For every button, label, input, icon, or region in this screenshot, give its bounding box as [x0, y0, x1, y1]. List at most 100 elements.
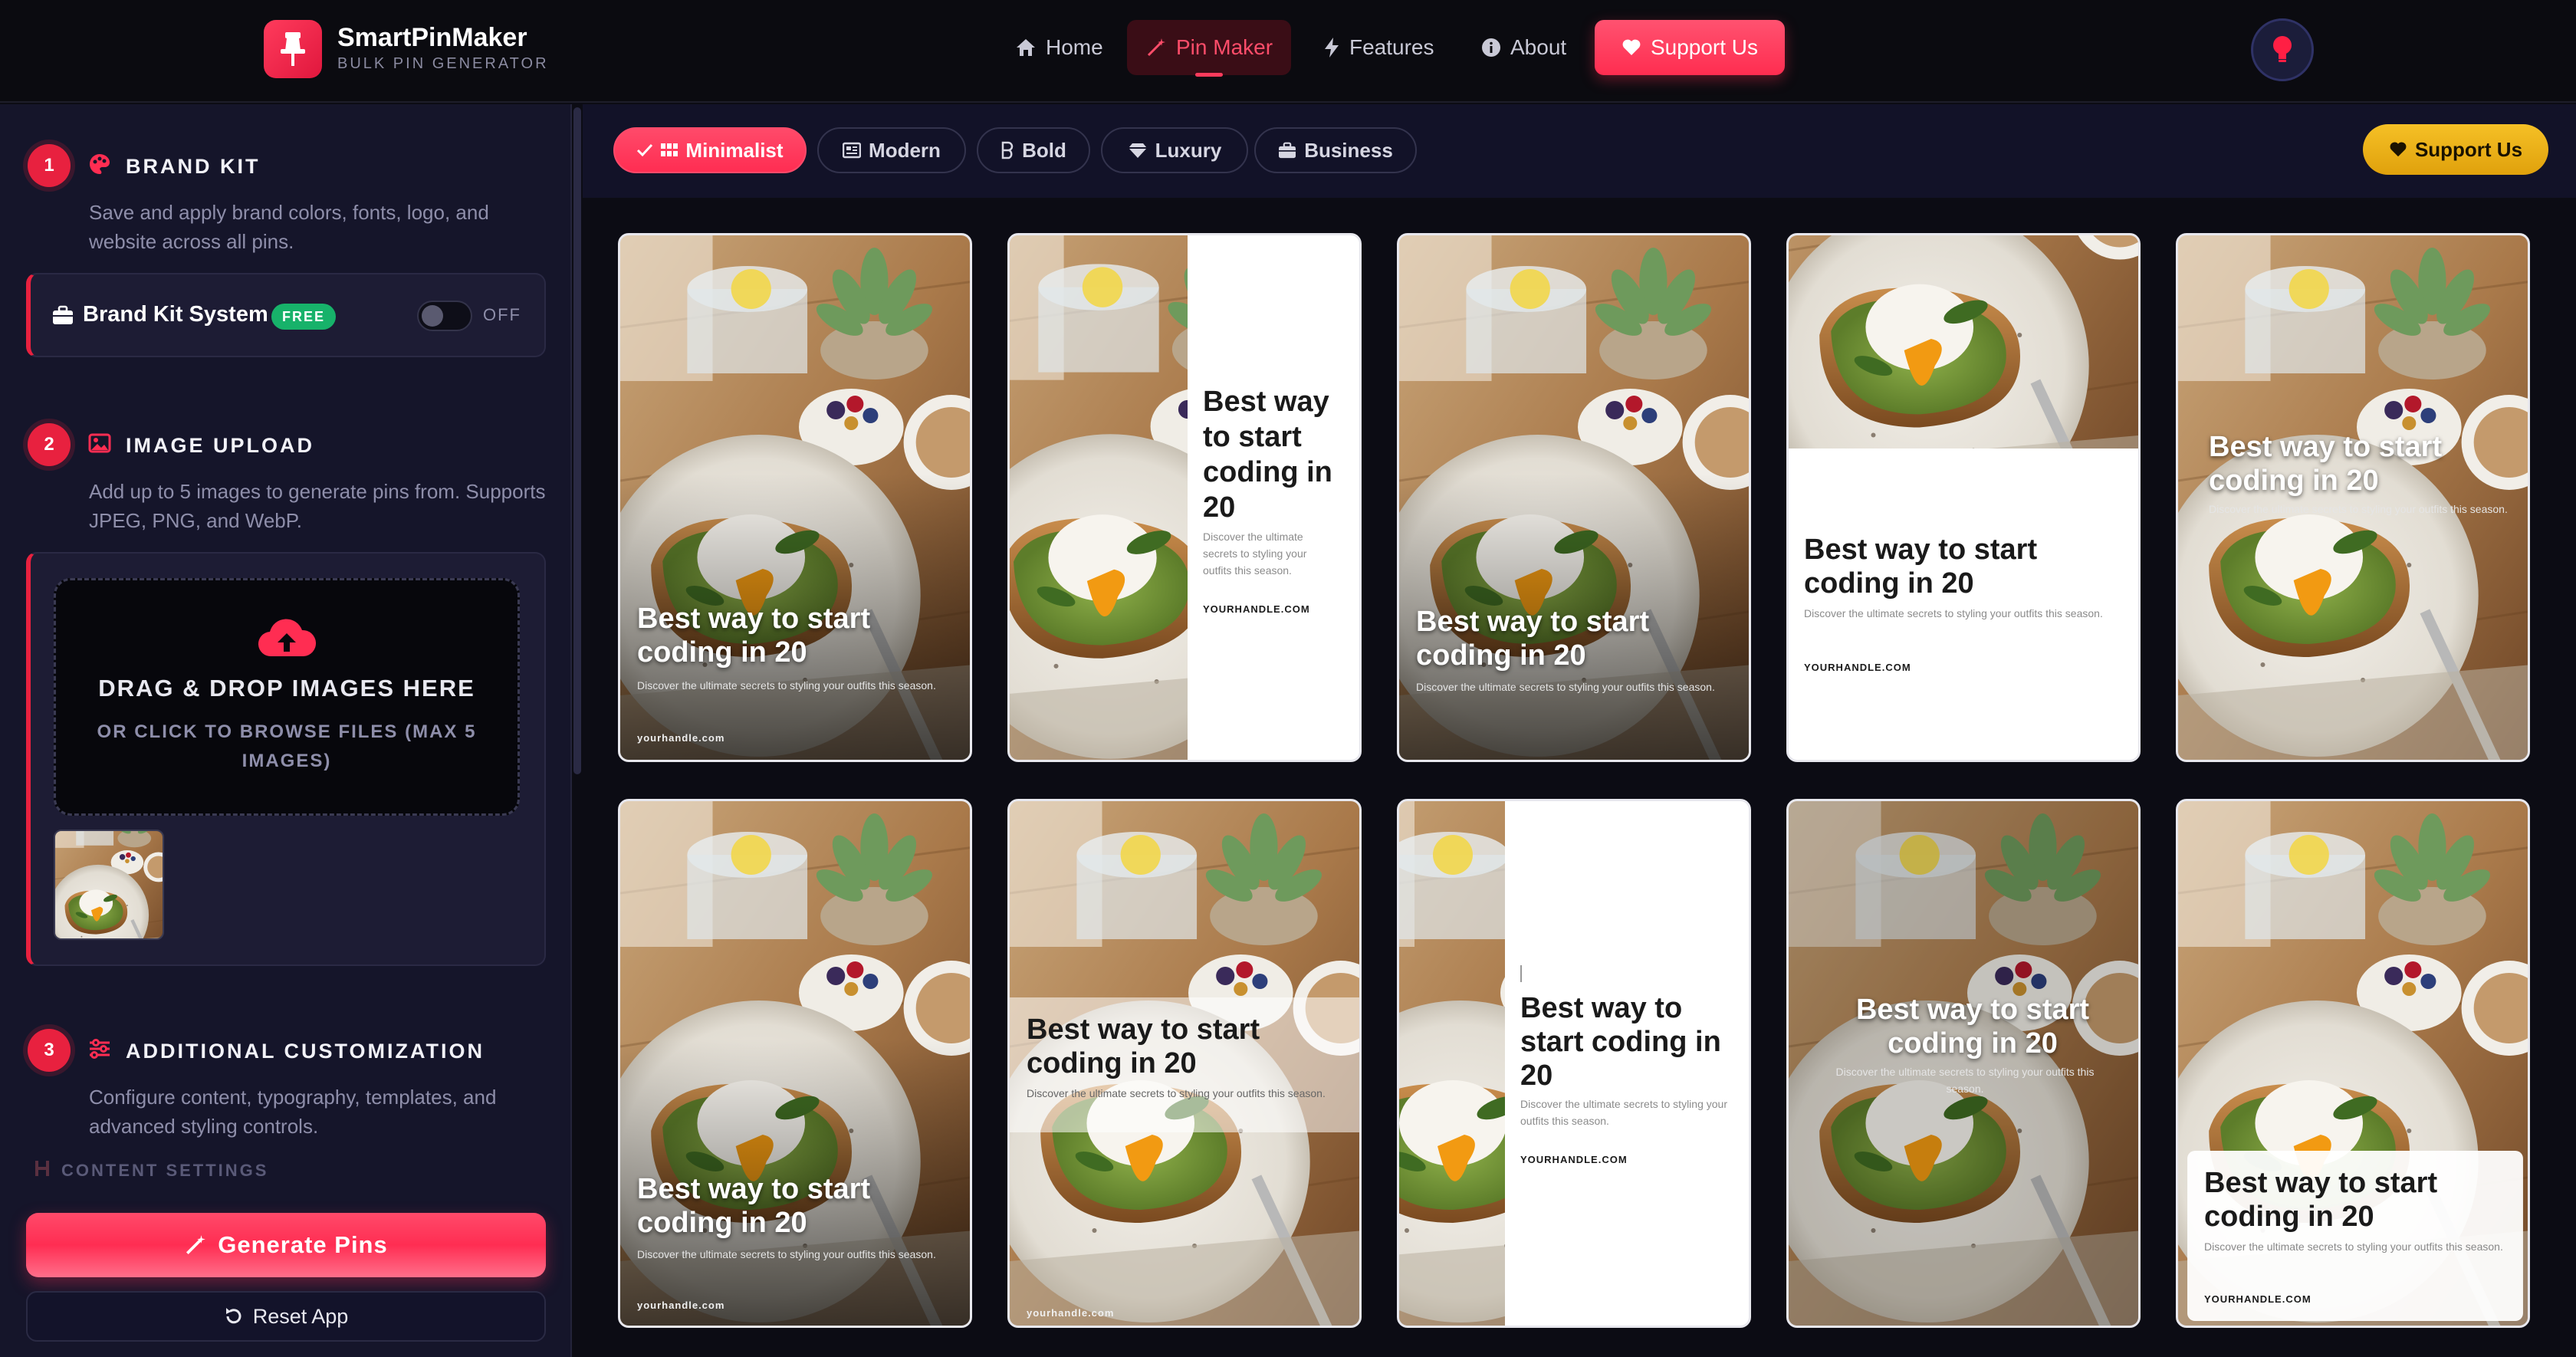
pin-handle: yourhandle.com	[637, 1300, 725, 1311]
pin-title: Best way to start coding in 20	[2209, 431, 2443, 497]
pin-preview-8[interactable]: Best way to start coding in 20 Discover …	[1397, 799, 1751, 1328]
sidebar-scrollbar[interactable]	[573, 107, 581, 774]
customization-description: Configure content, typography, templates…	[89, 1086, 497, 1138]
tab-business-label: Business	[1304, 138, 1393, 162]
reset-app-button[interactable]: Reset App	[26, 1291, 546, 1342]
pin-handle: YOURHANDLE.COM	[1203, 603, 1310, 615]
pin-title: Best way to start coding in 20	[1027, 1014, 1260, 1079]
nav-pin-maker-label: Pin Maker	[1176, 35, 1273, 59]
tab-modern[interactable]: Modern	[817, 127, 966, 173]
logo-pin-icon[interactable]	[264, 20, 322, 78]
pin-preview-9[interactable]: Best way to start coding in 20 Discover …	[1786, 799, 2141, 1328]
heart-icon	[1622, 39, 1641, 55]
toggle-knob	[422, 305, 443, 327]
palette-icon	[90, 154, 110, 174]
nav-home[interactable]: Home	[997, 20, 1122, 75]
customization-title: ADDITIONAL CUSTOMIZATION	[126, 1040, 485, 1063]
home-icon	[1017, 39, 1035, 56]
pin-description: Discover the ultimate secrets to styling…	[637, 1248, 936, 1260]
bold-icon	[1001, 141, 1014, 159]
app-name[interactable]: SmartPinMaker	[337, 23, 527, 53]
support-us-pill[interactable]: Support Us	[2363, 124, 2548, 175]
tab-business[interactable]: Business	[1254, 127, 1417, 173]
pin-preview-1[interactable]: Best way to start coding in 20 Discover …	[618, 233, 972, 762]
step-1-badge: 1	[28, 144, 71, 187]
check-icon	[637, 143, 653, 157]
header-support-label: Support Us	[1650, 35, 1759, 59]
image-upload-title: IMAGE UPLOAD	[126, 434, 315, 457]
bolt-icon	[1325, 38, 1339, 58]
nav-features-label: Features	[1349, 35, 1434, 59]
step-2-badge: 2	[28, 423, 71, 466]
pin-preview-6[interactable]: Best way to start coding in 20 Discover …	[618, 799, 972, 1328]
pin-preview-2[interactable]: Best way to start coding in 20 Discover …	[1007, 233, 1362, 762]
pin-description: Discover the ultimate secrets to styling…	[1804, 607, 2103, 619]
pin-preview-7[interactable]: Best way to start coding in 20 Discover …	[1007, 799, 1362, 1328]
pin-handle: YOURHANDLE.COM	[1804, 662, 1911, 673]
pin-description: Discover the ultimate secrets to styling…	[637, 679, 936, 692]
pin-handle: yourhandle.com	[637, 732, 725, 744]
nav-features[interactable]: Features	[1305, 20, 1453, 75]
pin-description: Discover the ultimate secrets to styling…	[2204, 1240, 2503, 1253]
tab-minimalist-label: Minimalist	[685, 138, 784, 162]
tab-bold-label: Bold	[1022, 138, 1066, 162]
pin-description: Discover the ultimate secrets to styling…	[1027, 1087, 1326, 1099]
free-badge: FREE	[271, 304, 336, 330]
tab-bold[interactable]: Bold	[977, 127, 1090, 173]
generate-pins-label: Generate Pins	[218, 1231, 388, 1258]
lightbulb-icon	[2273, 36, 2292, 62]
brand-kit-toggle[interactable]	[417, 301, 472, 331]
briefcase-icon	[1279, 142, 1296, 159]
pin-description: Discover the ultimate secrets to styling…	[1416, 681, 1715, 693]
uploaded-image-thumbnail[interactable]	[54, 830, 164, 940]
brand-kit-description: Save and apply brand colors, fonts, logo…	[89, 201, 489, 253]
grid-icon	[661, 143, 678, 156]
header-support-button[interactable]: Support Us	[1595, 20, 1785, 75]
support-pill-label: Support Us	[2414, 137, 2523, 161]
pin-preview-10[interactable]: Best way to start coding in 20 Discover …	[2176, 799, 2530, 1328]
magic-wand-icon	[1147, 38, 1165, 57]
briefcase-icon	[53, 305, 73, 324]
text-caret	[1520, 965, 1522, 982]
cloud-upload-icon	[258, 619, 316, 657]
pin-title: Best way to start coding in 20	[1804, 534, 2038, 600]
pin-description: Discover the ultimate secrets to styling…	[1520, 1098, 1727, 1127]
pin-preview-4[interactable]: Best way to start coding in 20 Discover …	[1786, 233, 2141, 762]
pin-preview-5[interactable]: Best way to start coding in 20 Discover …	[2176, 233, 2530, 762]
nav-home-label: Home	[1046, 35, 1103, 59]
nav-pin-maker[interactable]: Pin Maker	[1127, 20, 1292, 77]
image-icon	[88, 433, 111, 453]
gem-icon	[1128, 143, 1147, 158]
pin-handle: YOURHANDLE.COM	[2204, 1293, 2312, 1305]
pin-description: Discover the ultimate secrets to styling…	[1835, 1066, 2095, 1095]
pin-title: Best way to start coding in 20	[2204, 1167, 2438, 1233]
tab-luxury[interactable]: Luxury	[1101, 127, 1248, 173]
dropzone-subtitle: OR CLICK TO BROWSE FILES (MAX 5 IMAGES)	[97, 721, 477, 771]
tab-luxury-label: Luxury	[1155, 138, 1222, 162]
nav-about[interactable]: About	[1463, 20, 1585, 75]
pin-handle: YOURHANDLE.COM	[1520, 1154, 1628, 1165]
brand-kit-system-label: Brand Kit System	[83, 302, 268, 327]
info-icon	[1482, 38, 1500, 57]
pin-title: Best way to start coding in 20	[637, 603, 871, 669]
pin-description: Discover the ultimate secrets to styling…	[1203, 531, 1307, 577]
heart-icon	[2390, 142, 2407, 157]
pin-title: Best way to start coding in 20	[1203, 386, 1332, 524]
pin-title: Best way to start coding in 20	[1416, 606, 1650, 672]
image-upload-description: Add up to 5 images to generate pins from…	[89, 480, 546, 532]
content-settings-heading[interactable]: CONTENT SETTINGS	[61, 1161, 268, 1181]
generate-pins-button[interactable]: Generate Pins	[26, 1213, 546, 1277]
reset-icon	[225, 1308, 242, 1324]
step-3-badge: 3	[28, 1029, 71, 1072]
heading-icon	[35, 1161, 49, 1176]
pin-title: Best way to start coding in 20	[637, 1173, 871, 1239]
pin-description: Discover the ultimate secrets to styling…	[2209, 503, 2508, 515]
app-tagline: BULK PIN GENERATOR	[337, 55, 549, 72]
tab-minimalist[interactable]: Minimalist	[613, 127, 807, 173]
top-header: SmartPinMaker BULK PIN GENERATOR Home Pi…	[0, 0, 2576, 103]
pin-preview-3[interactable]: Best way to start coding in 20 Discover …	[1397, 233, 1751, 762]
magic-wand-icon	[186, 1235, 206, 1255]
pin-handle: yourhandle.com	[1027, 1307, 1115, 1319]
reset-app-label: Reset App	[252, 1304, 349, 1328]
theme-toggle-avatar[interactable]	[2251, 18, 2314, 81]
